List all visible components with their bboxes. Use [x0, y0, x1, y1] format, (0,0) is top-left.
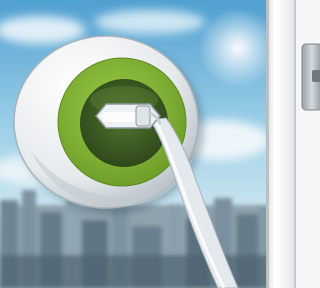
window-frame-edge	[266, 0, 269, 288]
window-frame	[266, 0, 296, 288]
plug[interactable]	[95, 103, 162, 129]
window-socket-scene	[0, 0, 320, 288]
window-sash	[294, 0, 320, 288]
window-handle[interactable]	[301, 43, 320, 111]
scene-svg	[0, 0, 320, 288]
